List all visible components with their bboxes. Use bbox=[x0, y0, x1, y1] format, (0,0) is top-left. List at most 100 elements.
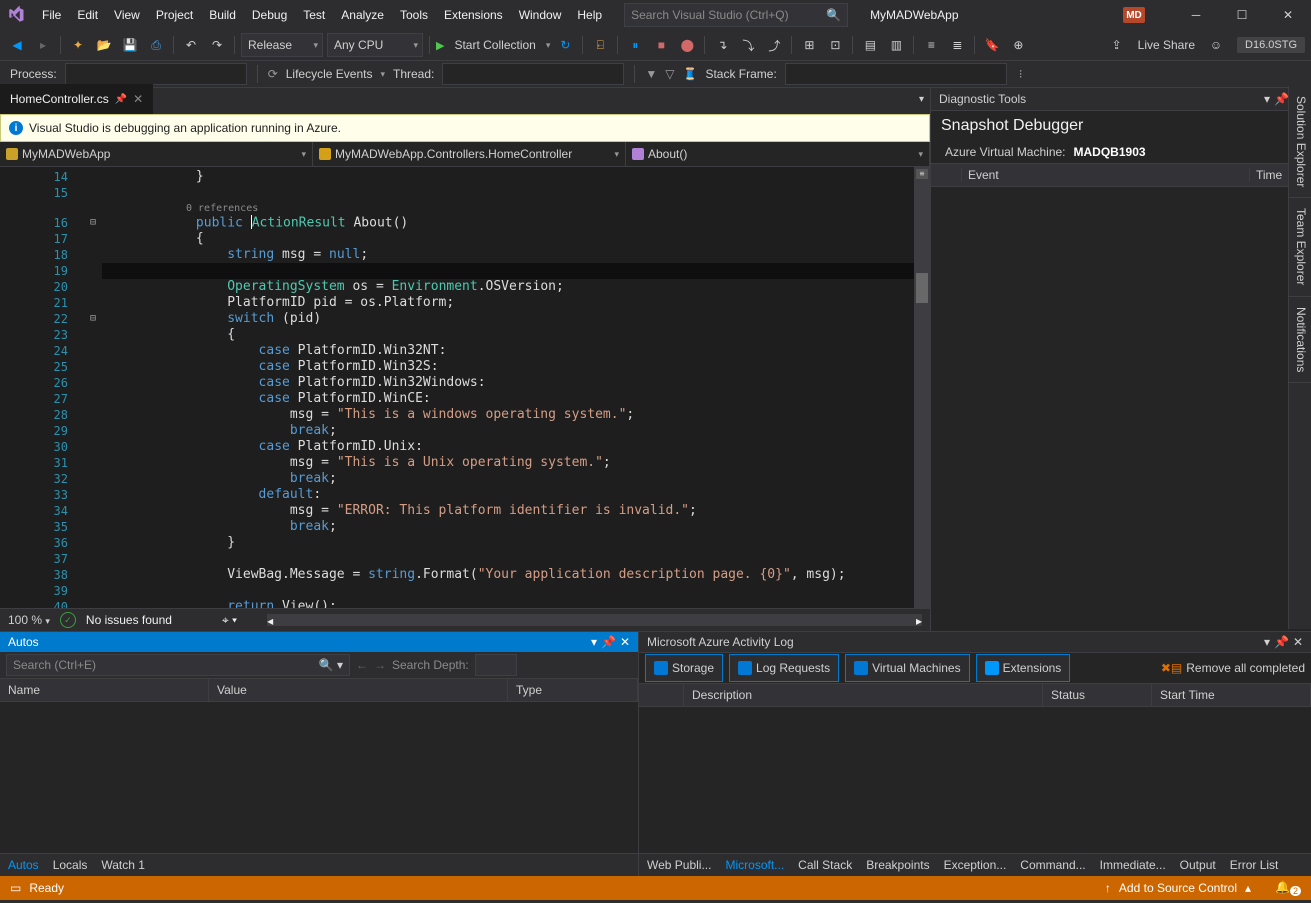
vertical-scrollbar[interactable]: ≡ bbox=[914, 167, 930, 608]
nav-project-combo[interactable]: MyMADWebApp bbox=[0, 142, 313, 166]
record-button[interactable]: ⬤ bbox=[676, 34, 698, 56]
nav-member-combo[interactable]: About() bbox=[626, 142, 930, 166]
horizontal-scrollbar[interactable]: ◂▸ bbox=[267, 614, 922, 626]
refresh-button[interactable]: ↻ bbox=[554, 34, 576, 56]
menu-file[interactable]: File bbox=[34, 4, 69, 26]
platform-combo[interactable]: Any CPU bbox=[327, 33, 423, 57]
tab-error-list[interactable]: Error List bbox=[1230, 858, 1279, 872]
tab-solution-explorer[interactable]: Solution Explorer bbox=[1289, 86, 1311, 198]
menu-build[interactable]: Build bbox=[201, 4, 244, 26]
tab-web-publish[interactable]: Web Publi... bbox=[647, 858, 711, 872]
tool-btn[interactable]: ▤ bbox=[859, 34, 881, 56]
overflow-icon[interactable]: ⁝ bbox=[1019, 67, 1023, 81]
window-minimize-button[interactable]: ─ bbox=[1173, 0, 1219, 30]
user-badge[interactable]: MD bbox=[1123, 7, 1145, 23]
tab-notifications[interactable]: Notifications bbox=[1289, 297, 1311, 383]
pin-icon[interactable]: 📌 bbox=[601, 635, 616, 649]
step-button[interactable]: ⍇ bbox=[589, 34, 611, 56]
window-menu-icon[interactable]: ▾ bbox=[1264, 92, 1270, 106]
menu-project[interactable]: Project bbox=[148, 4, 201, 26]
new-project-button[interactable]: ✦ bbox=[67, 34, 89, 56]
bookmark-button[interactable]: 🔖 bbox=[981, 34, 1003, 56]
tab-team-explorer[interactable]: Team Explorer bbox=[1289, 198, 1311, 296]
storage-button[interactable]: Storage bbox=[645, 654, 723, 682]
step-into-button[interactable]: ↴ bbox=[711, 34, 733, 56]
log-requests-button[interactable]: Log Requests bbox=[729, 654, 839, 682]
close-icon[interactable]: ✕ bbox=[620, 635, 630, 649]
save-all-button[interactable]: ⎙ bbox=[145, 34, 167, 56]
add-source-control-button[interactable]: Add to Source Control bbox=[1119, 881, 1237, 895]
menu-analyze[interactable]: Analyze bbox=[333, 4, 392, 26]
zoom-combo[interactable]: 100 % ▾ bbox=[8, 613, 50, 627]
menu-help[interactable]: Help bbox=[569, 4, 610, 26]
process-combo[interactable] bbox=[65, 63, 247, 85]
tab-locals[interactable]: Locals bbox=[53, 858, 88, 872]
tool-btn[interactable]: ≣ bbox=[946, 34, 968, 56]
virtual-machines-button[interactable]: Virtual Machines bbox=[845, 654, 970, 682]
brush-icon[interactable]: ⌖ ▾ bbox=[222, 613, 237, 628]
live-share-button[interactable]: Live Share bbox=[1132, 38, 1201, 52]
col-start-time[interactable]: Start Time bbox=[1152, 684, 1311, 706]
menu-test[interactable]: Test bbox=[295, 4, 333, 26]
nav-back-icon[interactable]: ← bbox=[356, 658, 368, 672]
tool-btn[interactable]: ⊕ bbox=[1007, 34, 1029, 56]
nav-forward-icon[interactable]: → bbox=[374, 658, 386, 672]
tab-output[interactable]: Output bbox=[1180, 858, 1216, 872]
feedback-button[interactable]: ☺ bbox=[1205, 34, 1227, 56]
start-collection-button[interactable]: Start Collection bbox=[448, 38, 541, 52]
step-out-button[interactable]: ⤴ bbox=[763, 34, 785, 56]
code-editor[interactable]: 14 15 16 17 18 19 20 21 22 23 24 25 26 2… bbox=[0, 167, 930, 608]
split-handle-icon[interactable]: ≡ bbox=[916, 169, 928, 179]
code-content[interactable]: } 0 references public ActionResult About… bbox=[102, 167, 930, 608]
window-close-button[interactable]: ✕ bbox=[1265, 0, 1311, 30]
window-menu-icon[interactable]: ▾ bbox=[591, 635, 597, 649]
quick-launch-search[interactable]: Search Visual Studio (Ctrl+Q) 🔍 bbox=[624, 3, 848, 27]
redo-button[interactable]: ↷ bbox=[206, 34, 228, 56]
depth-combo[interactable] bbox=[475, 654, 517, 676]
col-status[interactable]: Status bbox=[1043, 684, 1152, 706]
chevron-up-icon[interactable]: ▴ bbox=[1245, 881, 1251, 895]
pin-icon[interactable]: 📌 bbox=[1274, 635, 1289, 649]
autos-search-input[interactable]: Search (Ctrl+E) 🔍 ▾ bbox=[6, 654, 350, 676]
menu-debug[interactable]: Debug bbox=[244, 4, 295, 26]
col-name[interactable]: Name bbox=[0, 679, 209, 701]
window-maximize-button[interactable]: ☐ bbox=[1219, 0, 1265, 30]
tool-btn[interactable]: ⊞ bbox=[798, 34, 820, 56]
close-icon[interactable]: ✕ bbox=[133, 92, 143, 106]
save-button[interactable]: 💾 bbox=[119, 34, 141, 56]
tab-breakpoints[interactable]: Breakpoints bbox=[866, 858, 929, 872]
remove-completed-button[interactable]: ✖▤ Remove all completed bbox=[1161, 661, 1305, 675]
pin-icon[interactable]: 📌 bbox=[115, 94, 127, 105]
pause-button[interactable]: ⏸ bbox=[624, 34, 646, 56]
tool-btn[interactable]: ≡ bbox=[920, 34, 942, 56]
col-event[interactable]: Event bbox=[961, 168, 1249, 182]
tab-call-stack[interactable]: Call Stack bbox=[798, 858, 852, 872]
scroll-thumb[interactable] bbox=[916, 273, 928, 303]
threads-icon[interactable]: 🧵 bbox=[682, 67, 697, 81]
thread-combo[interactable] bbox=[442, 63, 624, 85]
close-icon[interactable]: ✕ bbox=[1293, 635, 1303, 649]
tab-immediate[interactable]: Immediate... bbox=[1100, 858, 1166, 872]
tab-autos[interactable]: Autos bbox=[8, 858, 39, 872]
col-value[interactable]: Value bbox=[209, 679, 508, 701]
tab-microsoft[interactable]: Microsoft... bbox=[725, 858, 784, 872]
nav-forward-button[interactable]: ▸ bbox=[32, 34, 54, 56]
window-menu-icon[interactable]: ▾ bbox=[1264, 635, 1270, 649]
tab-exception[interactable]: Exception... bbox=[944, 858, 1007, 872]
nav-back-button[interactable]: ◀ bbox=[6, 34, 28, 56]
tool-btn[interactable]: ▥ bbox=[885, 34, 907, 56]
tab-watch1[interactable]: Watch 1 bbox=[101, 858, 145, 872]
menu-tools[interactable]: Tools bbox=[392, 4, 436, 26]
tab-command[interactable]: Command... bbox=[1020, 858, 1085, 872]
extensions-button[interactable]: Extensions bbox=[976, 654, 1071, 682]
col-description[interactable]: Description bbox=[684, 684, 1043, 706]
undo-button[interactable]: ↶ bbox=[180, 34, 202, 56]
fold-column[interactable]: ⊟ ⊟ bbox=[84, 167, 102, 608]
menu-view[interactable]: View bbox=[106, 4, 148, 26]
tool-btn[interactable]: ⊡ bbox=[824, 34, 846, 56]
open-file-button[interactable]: 📂 bbox=[93, 34, 115, 56]
configuration-combo[interactable]: Release bbox=[241, 33, 323, 57]
filter-icon[interactable]: ▽ bbox=[665, 67, 674, 81]
menu-extensions[interactable]: Extensions bbox=[436, 4, 511, 26]
menu-window[interactable]: Window bbox=[511, 4, 570, 26]
